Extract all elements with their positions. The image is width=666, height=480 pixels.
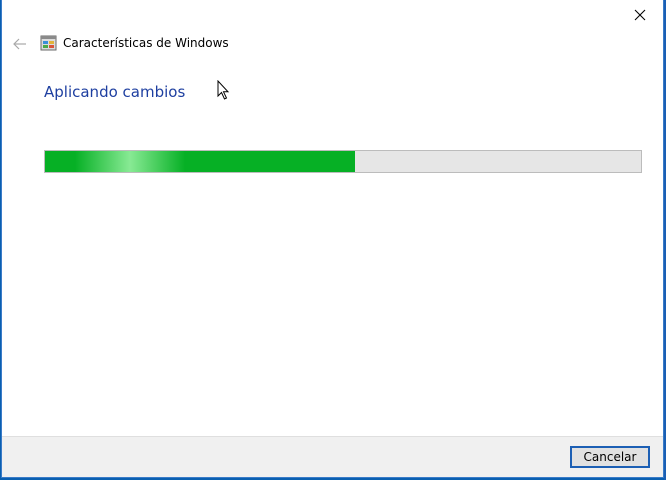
- cancel-button[interactable]: Cancelar: [570, 446, 650, 468]
- close-button[interactable]: [617, 0, 663, 30]
- progress-glow: [75, 151, 185, 172]
- dialog-footer: Cancelar: [2, 436, 663, 477]
- back-arrow-icon: [13, 38, 26, 50]
- progress-bar: [44, 150, 642, 173]
- close-icon: [634, 9, 646, 21]
- back-button[interactable]: [10, 34, 30, 54]
- status-heading: Aplicando cambios: [44, 83, 186, 101]
- window-title: Características de Windows: [63, 36, 229, 50]
- windows-features-icon: [40, 35, 57, 51]
- windows-features-dialog: Características de Windows Aplicando cam…: [1, 0, 664, 478]
- mouse-pointer-icon: [217, 80, 230, 100]
- dialog-header: Características de Windows: [2, 30, 663, 58]
